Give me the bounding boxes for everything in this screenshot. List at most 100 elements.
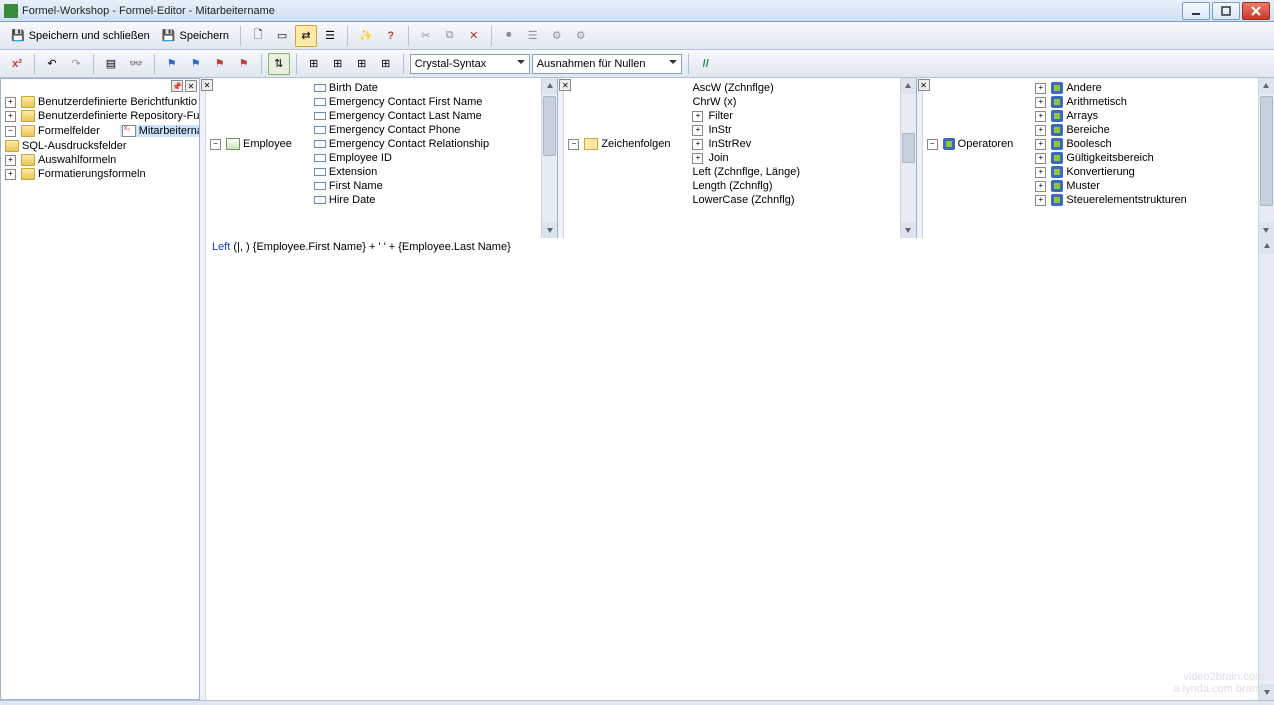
operator-category[interactable]: Konvertierung <box>1033 166 1137 178</box>
nulls-select[interactable]: Ausnahmen für Nullen <box>532 54 682 74</box>
save-button[interactable]: 💾 Speichern <box>157 25 234 47</box>
list-icon: ☰ <box>528 29 538 42</box>
toolbar-main: 💾 Speichern und schließen 💾 Speichern 🗋 … <box>0 22 1274 50</box>
tree-item[interactable]: Auswahlformeln <box>3 154 118 166</box>
copy-button[interactable]: ⧉ <box>439 25 461 47</box>
comment-button[interactable]: // <box>695 53 717 75</box>
operator-category[interactable]: Steuerelementstrukturen <box>1033 194 1188 206</box>
toggle-view-button[interactable]: ▭ <box>271 25 293 47</box>
tree4-button[interactable]: ⊞ <box>375 53 397 75</box>
tree-item[interactable]: Benutzerdefinierte Berichtfunktio <box>3 96 199 108</box>
scrollbar-vertical[interactable] <box>1258 238 1274 700</box>
scroll-thumb[interactable] <box>543 96 556 156</box>
tree-item[interactable]: Formatierungsformeln <box>3 168 148 180</box>
list-button[interactable]: ☰ <box>522 25 544 47</box>
pane-close-button[interactable]: ✕ <box>185 80 197 92</box>
delete-button[interactable]: ✕ <box>463 25 485 47</box>
bookmark3-button[interactable]: ⚑ <box>209 53 231 75</box>
pin-button[interactable]: 📌 <box>171 80 183 92</box>
operator-category[interactable]: Arithmetisch <box>1033 96 1129 108</box>
code-token: Left <box>212 241 230 253</box>
close-button[interactable] <box>1242 2 1270 20</box>
field-item[interactable]: Emergency Contact Relationship <box>312 138 491 150</box>
function-item[interactable]: AscW (Zchnflge) <box>690 82 775 94</box>
syntax-select[interactable]: Crystal-Syntax <box>410 54 530 74</box>
scroll-thumb[interactable] <box>1260 96 1273 206</box>
function-item[interactable]: Join <box>690 152 730 164</box>
maximize-button[interactable] <box>1212 2 1240 20</box>
bookmark1-button[interactable]: ⚑ <box>161 53 183 75</box>
sort1-button[interactable]: ⇅ <box>268 53 290 75</box>
function-label: Filter <box>708 110 732 122</box>
field-item[interactable]: Employee ID <box>312 152 394 164</box>
function-item[interactable]: LowerCase (Zchnflg) <box>690 194 796 206</box>
operators-tree[interactable]: Operatoren Andere Arithmetisch Arrays Bereic… <box>923 78 1258 238</box>
field-item[interactable]: Emergency Contact Last Name <box>312 110 484 122</box>
operator-category[interactable]: Andere <box>1033 82 1103 94</box>
tree-item[interactable]: SQL-Ausdrucksfelder <box>3 140 129 152</box>
tree-item-label: Formatierungsformeln <box>38 168 146 180</box>
formula-editor-area: Left (|, ) {Employee.First Name} + ' ' +… <box>200 238 1274 700</box>
scrollbar-vertical[interactable] <box>1258 78 1274 238</box>
function-item[interactable]: Left (Zchnflge, Länge) <box>690 166 802 178</box>
browse-button[interactable]: ▤ <box>100 53 122 75</box>
scrollbar-vertical[interactable] <box>900 78 916 238</box>
switch-button[interactable]: ⇄ <box>295 25 317 47</box>
minimize-button[interactable] <box>1182 2 1210 20</box>
tree-icon: ⊞ <box>357 57 366 70</box>
field-item[interactable]: Hire Date <box>312 194 377 206</box>
operator-category[interactable]: Gültigkeitsbereich <box>1033 152 1155 164</box>
function-item[interactable]: InStrRev <box>690 138 753 150</box>
operator-category[interactable]: Arrays <box>1033 110 1100 122</box>
save-close-button[interactable]: 💾 Speichern und schließen <box>6 25 155 47</box>
cut-button[interactable]: ✂ <box>415 25 437 47</box>
find-button[interactable]: 👓 <box>124 53 148 75</box>
redo-button[interactable]: ↷ <box>65 53 87 75</box>
gear2-button[interactable]: ⚙ <box>570 25 592 47</box>
gear-icon: ⚙ <box>576 29 586 42</box>
new-button[interactable]: 🗋 <box>247 25 269 47</box>
tree3-button[interactable]: ⊞ <box>351 53 373 75</box>
operator-category[interactable]: Boolesch <box>1033 138 1113 150</box>
function-category[interactable]: Zeichenfolgen <box>566 138 672 150</box>
operator-category[interactable]: Muster <box>1033 180 1102 192</box>
bookmark4-button[interactable]: ⚑ <box>233 53 255 75</box>
folder-icon <box>21 154 35 166</box>
help-button[interactable]: ? <box>380 25 402 47</box>
function-item[interactable]: InStr <box>690 124 733 136</box>
field-item[interactable]: Birth Date <box>312 82 380 94</box>
operator-category[interactable]: Bereiche <box>1033 124 1111 136</box>
tree2-button[interactable]: ⊞ <box>327 53 349 75</box>
check-button[interactable]: ✨ <box>354 25 378 47</box>
field-item[interactable]: Extension <box>312 166 379 178</box>
tree-item[interactable]: Mitarbeitername <box>120 125 199 137</box>
scrollbar-vertical[interactable] <box>541 78 557 238</box>
properties-button[interactable]: ☰ <box>319 25 341 47</box>
formula-editor[interactable]: Left (|, ) {Employee.First Name} + ' ' +… <box>206 238 1258 700</box>
operators-root[interactable]: Operatoren <box>925 138 1016 150</box>
tree-item[interactable]: Formelfelder <box>3 125 102 137</box>
function-item[interactable]: Filter <box>690 110 734 122</box>
table-icon <box>226 138 240 150</box>
function-item[interactable]: ChrW (x) <box>690 96 738 108</box>
tree1-button[interactable]: ⊞ <box>303 53 325 75</box>
record-button[interactable]: ⏺ <box>498 25 520 47</box>
field-item[interactable]: Emergency Contact Phone <box>312 124 462 136</box>
field-item[interactable]: Emergency Contact First Name <box>312 96 484 108</box>
table-node[interactable]: Employee <box>208 138 294 150</box>
gear1-button[interactable]: ⚙ <box>546 25 568 47</box>
field-item[interactable]: First Name <box>312 180 385 192</box>
check-syntax-button[interactable]: x² <box>6 53 28 75</box>
function-item[interactable]: Length (Zchnflg) <box>690 180 774 192</box>
tree-item[interactable]: Benutzerdefinierte Repository-Fu <box>3 110 199 122</box>
workshop-tree[interactable]: Benutzerdefinierte Berichtfunktio Benutze… <box>1 93 199 699</box>
scroll-thumb[interactable] <box>902 133 915 163</box>
separator <box>408 26 409 46</box>
bookmark2-button[interactable]: ⚑ <box>185 53 207 75</box>
undo-button[interactable]: ↶ <box>41 53 63 75</box>
fields-tree[interactable]: Employee Birth Date Emergency Contact Firs… <box>206 78 541 238</box>
functions-tree[interactable]: Zeichenfolgen AscW (Zchnflge) ChrW (x) Filt… <box>564 78 899 238</box>
tree-icon: ⊞ <box>381 57 390 70</box>
separator <box>491 26 492 46</box>
nulls-value: Ausnahmen für Nullen <box>537 58 646 70</box>
